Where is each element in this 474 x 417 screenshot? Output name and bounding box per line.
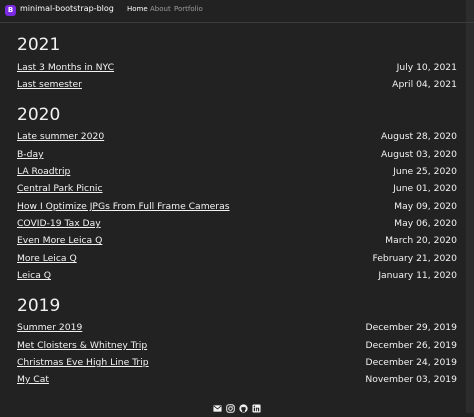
- post-date: July 10, 2021: [396, 62, 457, 73]
- post-row: How I Optimize JPGs From Full Frame Came…: [17, 201, 457, 215]
- year-heading-2021: 2021: [17, 35, 61, 55]
- brand-name-link[interactable]: minimal-bootstrap-blog: [20, 4, 114, 13]
- post-date: May 06, 2020: [394, 218, 457, 229]
- nav-link-portfolio[interactable]: Portfolio: [174, 5, 203, 13]
- post-row: COVID-19 Tax Day May 06, 2020: [17, 218, 457, 232]
- post-row: Summer 2019 December 29, 2019: [17, 322, 457, 336]
- post-row: Leica Q January 11, 2020: [17, 270, 457, 284]
- post-row: LA Roadtrip June 25, 2020: [17, 166, 457, 180]
- scrollbar-track[interactable]: [466, 0, 474, 413]
- post-date: November 03, 2019: [365, 374, 457, 385]
- post-title-link[interactable]: Central Park Picnic: [17, 183, 103, 194]
- social-links: [213, 398, 261, 417]
- post-title-link[interactable]: Christmas Eve High Line Trip: [17, 357, 149, 368]
- post-date: January 11, 2020: [378, 270, 457, 281]
- post-title-link[interactable]: Summer 2019: [17, 322, 82, 333]
- post-date: June 25, 2020: [393, 166, 457, 177]
- post-date: May 09, 2020: [394, 201, 457, 212]
- post-date: August 03, 2020: [381, 149, 457, 160]
- post-title-link[interactable]: LA Roadtrip: [17, 166, 70, 177]
- post-row: Last 3 Months in NYC July 10, 2021: [17, 62, 457, 76]
- post-date: June 01, 2020: [393, 183, 457, 194]
- post-date: December 24, 2019: [365, 357, 457, 368]
- post-title-link[interactable]: Late summer 2020: [17, 131, 104, 142]
- post-row: More Leica Q February 21, 2020: [17, 253, 457, 267]
- post-row: Last semester April 04, 2021: [17, 79, 457, 93]
- post-title-link[interactable]: B-day: [17, 149, 44, 160]
- post-row: Even More Leica Q March 20, 2020: [17, 235, 457, 249]
- post-title-link[interactable]: Met Cloisters & Whitney Trip: [17, 340, 147, 351]
- year-heading-2019: 2019: [17, 296, 61, 316]
- brand-logo[interactable]: B: [5, 5, 16, 16]
- post-title-link[interactable]: COVID-19 Tax Day: [17, 218, 101, 229]
- nav-link-home[interactable]: Home: [127, 5, 148, 13]
- post-row: Central Park Picnic June 01, 2020: [17, 183, 457, 197]
- navbar: B minimal-bootstrap-blog Home About Port…: [0, 0, 474, 22]
- post-row: Met Cloisters & Whitney Trip December 26…: [17, 340, 457, 354]
- post-title-link[interactable]: Even More Leica Q: [17, 235, 102, 246]
- nav-link-about[interactable]: About: [150, 5, 171, 13]
- post-title-link[interactable]: More Leica Q: [17, 253, 77, 264]
- post-row: B-day August 03, 2020: [17, 149, 457, 163]
- github-icon[interactable]: [239, 398, 248, 417]
- footer: [0, 398, 474, 413]
- post-title-link[interactable]: Last semester: [17, 79, 82, 90]
- post-date: March 20, 2020: [385, 235, 457, 246]
- post-date: April 04, 2021: [392, 79, 457, 90]
- post-date: February 21, 2020: [372, 253, 457, 264]
- linkedin-icon[interactable]: [252, 398, 261, 417]
- navbar-divider: [0, 22, 474, 23]
- post-title-link[interactable]: Last 3 Months in NYC: [17, 62, 114, 73]
- year-heading-2020: 2020: [17, 105, 61, 125]
- post-title-link[interactable]: Leica Q: [17, 270, 51, 281]
- post-row: Late summer 2020 August 28, 2020: [17, 131, 457, 145]
- email-icon[interactable]: [213, 398, 222, 417]
- post-title-link[interactable]: How I Optimize JPGs From Full Frame Came…: [17, 201, 230, 212]
- post-row: Christmas Eve High Line Trip December 24…: [17, 357, 457, 371]
- post-title-link[interactable]: My Cat: [17, 374, 49, 385]
- instagram-icon[interactable]: [226, 398, 235, 417]
- post-date: December 29, 2019: [365, 322, 457, 333]
- post-date: December 26, 2019: [365, 340, 457, 351]
- post-row: My Cat November 03, 2019: [17, 374, 457, 388]
- post-date: August 28, 2020: [381, 131, 457, 142]
